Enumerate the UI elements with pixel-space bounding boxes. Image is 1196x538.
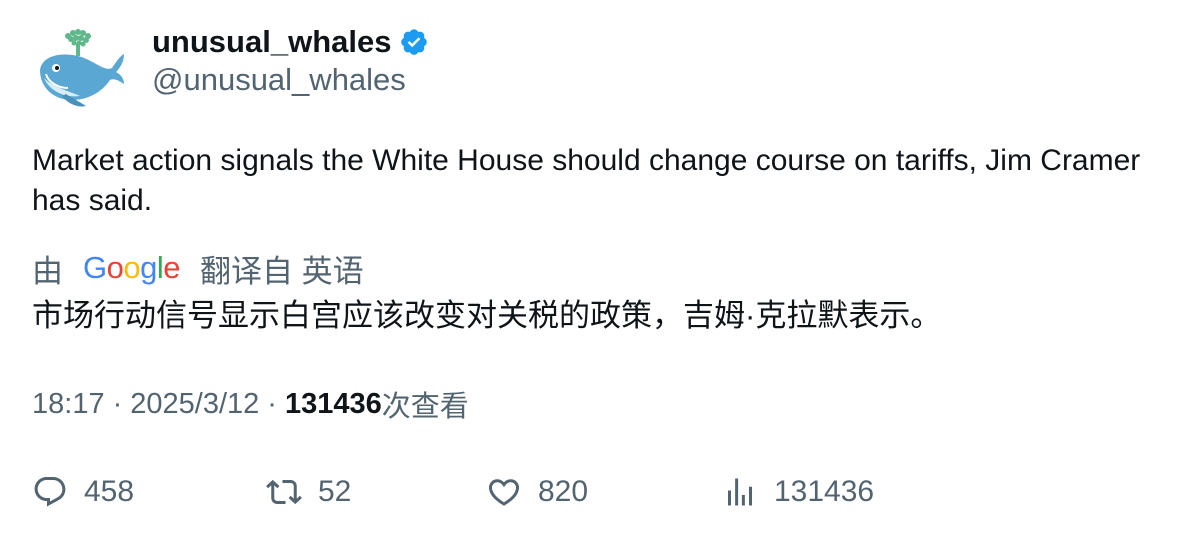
meta-separator: · — [267, 387, 277, 420]
tweet-actions: 458 52 820 131436 — [32, 466, 1132, 518]
translation-suffix: 翻译自 英语 — [200, 253, 364, 289]
reply-button[interactable]: 458 — [32, 466, 134, 518]
author-name-row: unusual_whales — [152, 20, 429, 64]
like-count: 820 — [538, 475, 589, 508]
verified-badge-icon[interactable] — [399, 27, 429, 57]
google-logo-letter: e — [163, 250, 181, 285]
views-label: 次查看 — [381, 391, 469, 423]
google-logo-letter: G — [83, 250, 107, 285]
retweet-icon — [266, 479, 302, 505]
google-logo-letter: o — [106, 250, 124, 285]
like-button[interactable]: 820 — [486, 466, 588, 518]
author-display-name[interactable]: unusual_whales — [152, 24, 391, 60]
tweet-meta: 18:17 · 2025/3/12 · 131436 次查看 — [32, 383, 469, 425]
meta-separator: · — [112, 387, 123, 420]
author-handle[interactable]: @unusual_whales — [152, 62, 406, 98]
views-count-action: 131436 — [774, 475, 875, 508]
tweet-time[interactable]: 18:17 — [32, 388, 105, 421]
tweet-date[interactable]: 2025/3/12 — [130, 388, 259, 421]
reply-icon — [34, 477, 66, 507]
analytics-bar-icon — [728, 478, 752, 506]
heart-icon — [488, 479, 520, 506]
translated-tweet-text: 市场行动信号显示白宫应该改变对关税的政策，吉姆·克拉默表示。 — [32, 298, 942, 333]
reply-count: 458 — [84, 475, 135, 508]
tweet-text: Market action signals the White House sh… — [32, 144, 1141, 217]
whale-avatar-icon — [40, 29, 124, 107]
google-logo-letter: g — [140, 250, 157, 285]
translation-prefix: 由 — [32, 253, 63, 289]
google-logo[interactable]: Google — [83, 250, 181, 286]
views-button[interactable]: 131436 — [722, 466, 874, 518]
avatar[interactable] — [32, 22, 128, 118]
retweet-count: 52 — [318, 475, 352, 508]
retweet-button[interactable]: 52 — [266, 466, 351, 518]
translation-attribution: 由 Google 翻译自 英语 — [32, 246, 364, 290]
google-logo-letter: o — [123, 250, 141, 285]
views-count: 131436 — [284, 387, 382, 420]
